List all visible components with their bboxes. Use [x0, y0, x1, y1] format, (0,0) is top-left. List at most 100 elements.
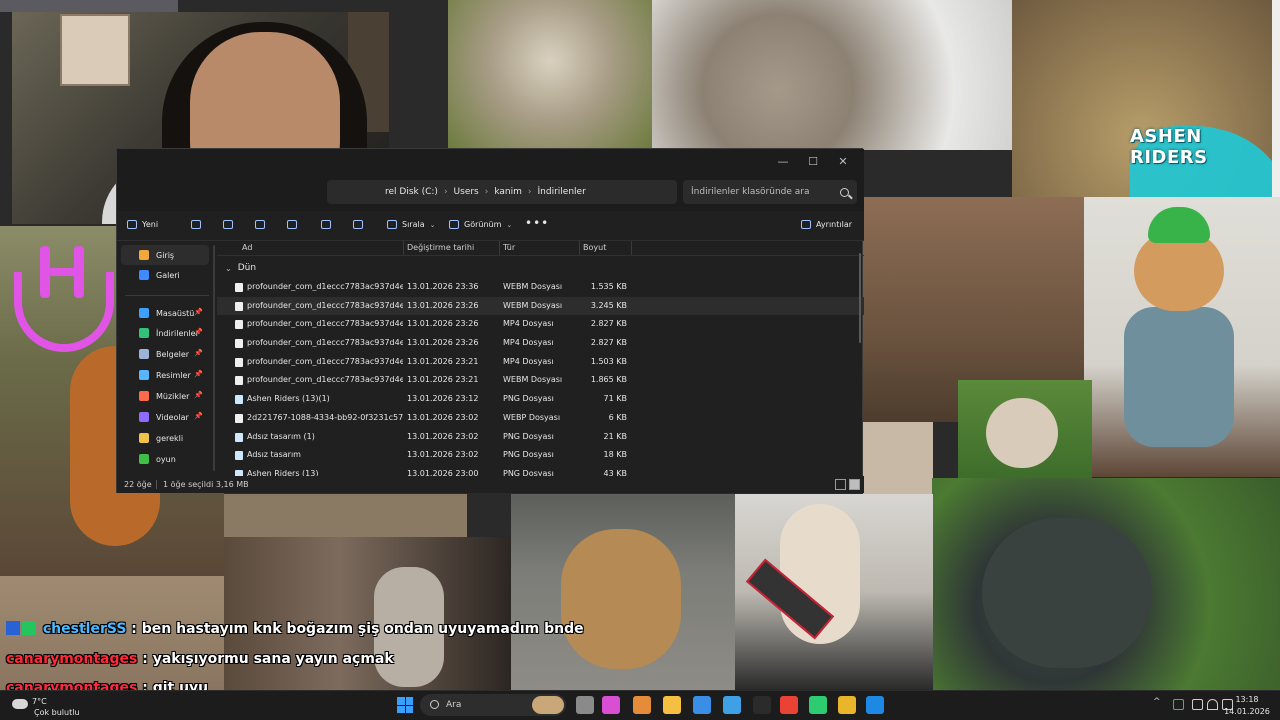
spotify-icon[interactable] — [809, 696, 827, 714]
details-pane-button[interactable]: Ayrıntılar — [801, 220, 852, 229]
epic-games-icon[interactable] — [753, 696, 771, 714]
sidebar-item[interactable]: gerekli — [121, 428, 209, 448]
breadcrumb-users[interactable]: Users — [454, 187, 479, 197]
pin-icon[interactable]: 📌 — [194, 328, 203, 336]
details-view-button[interactable] — [835, 479, 846, 490]
search-icon — [430, 700, 439, 709]
file-size: 6 KB — [608, 412, 627, 422]
column-header-size[interactable]: Boyut — [583, 243, 606, 252]
chevron-up-icon[interactable]: ^ — [1153, 697, 1164, 708]
share-button[interactable] — [321, 220, 331, 229]
pin-icon[interactable]: 📌 — [194, 370, 203, 378]
pin-icon[interactable]: 📌 — [194, 308, 203, 316]
pin-icon[interactable]: 📌 — [194, 412, 203, 420]
pin-icon[interactable]: 📌 — [194, 349, 203, 357]
column-resize-handle[interactable] — [631, 241, 632, 255]
chrome-icon[interactable] — [780, 696, 798, 714]
search-highlight-icon — [532, 696, 564, 714]
wall-poster — [60, 14, 130, 86]
breadcrumb-downloads[interactable]: İndirilenler — [538, 187, 586, 197]
search-icon[interactable] — [840, 187, 849, 197]
sidebar-item-label: Belgeler — [156, 349, 190, 359]
copy-button[interactable] — [223, 220, 233, 229]
file-row[interactable]: profounder_com_d1eccc7783ac937d4e2f... 13… — [217, 315, 864, 334]
file-icon — [235, 301, 243, 311]
new-button[interactable]: Yeni — [127, 220, 158, 229]
nav-scrollbar[interactable] — [213, 245, 215, 471]
minimize-button[interactable]: — — [768, 151, 798, 171]
file-row[interactable]: Adsız tasarım (1) 13.01.2026 23:02 PNG Dos… — [217, 428, 864, 447]
sidebar-item[interactable]: Resimler 📌 — [121, 365, 209, 385]
sidebar-item[interactable]: Galeri — [121, 265, 209, 285]
monitor-icon[interactable] — [1192, 699, 1203, 710]
column-resize-handle[interactable] — [403, 241, 404, 255]
sort-button[interactable]: Sırala ⌄ — [387, 220, 436, 229]
breadcrumb-disk[interactable]: rel Disk (C:) — [385, 187, 438, 197]
view-button[interactable]: Görünüm ⌄ — [449, 220, 512, 229]
weather-widget[interactable]: 7°C Çok bulutlu — [12, 695, 102, 719]
file-row[interactable]: Ashen Riders (13)(1) 13.01.2026 23:12 PNG … — [217, 390, 864, 409]
close-button[interactable]: ✕ — [828, 151, 858, 171]
file-size: 2.827 KB — [590, 319, 627, 329]
sidebar-item[interactable]: Videolar 📌 — [121, 407, 209, 427]
file-row[interactable]: profounder_com_d1eccc7783ac937d4e2f... 13… — [217, 371, 864, 390]
start-button[interactable] — [397, 697, 413, 713]
command-bar: Yeni Sırala ⌄ Görünüm ⌄ ••• Ayrıntılar — [117, 211, 864, 241]
sidebar-item[interactable]: Giriş — [121, 245, 209, 265]
view-label: Görünüm — [464, 220, 502, 229]
maximize-button[interactable]: ☐ — [798, 151, 828, 171]
file-row[interactable]: profounder_com_d1eccc7783ac937d4e2f... 13… — [217, 353, 864, 372]
file-name: Ashen Riders (13)(1) — [247, 394, 330, 404]
twitch-icon[interactable] — [602, 696, 620, 714]
wifi-icon[interactable] — [1207, 699, 1218, 710]
group-header[interactable]: ⌄ Dün — [225, 263, 256, 273]
search-input[interactable]: İndirilenler klasöründe ara — [683, 180, 857, 204]
obs-icon[interactable] — [633, 696, 651, 714]
file-list-scrollbar[interactable] — [859, 253, 861, 343]
steam-icon[interactable] — [866, 696, 884, 714]
sidebar-item[interactable]: oyun — [121, 449, 209, 469]
address-row: rel Disk (C:) › Users › kanim › İndirile… — [117, 173, 864, 211]
sidebar-item[interactable]: Müzikler 📌 — [121, 386, 209, 406]
paste-button[interactable] — [255, 220, 265, 229]
clock[interactable]: 13:18 14.01.2026 — [1222, 694, 1272, 718]
file-row[interactable]: profounder_com_d1eccc7783ac937d4e2f... 13… — [217, 296, 864, 316]
pin-icon[interactable]: 📌 — [194, 391, 203, 399]
scissors-icon — [191, 220, 201, 229]
microphone-icon[interactable] — [1173, 699, 1184, 710]
breadcrumb-user[interactable]: kanim — [494, 187, 522, 197]
column-header-name[interactable]: Ad — [242, 243, 252, 252]
delete-button[interactable] — [353, 220, 363, 229]
file-explorer-window[interactable]: — ☐ ✕ rel Disk (C:) › Users › kanim › İn… — [116, 148, 864, 493]
file-row[interactable]: profounder_com_d1eccc7783ac937d4e2f... 13… — [217, 278, 864, 297]
title-bar[interactable]: — ☐ ✕ — [117, 149, 864, 173]
steam-icon[interactable] — [723, 696, 741, 714]
cat-face — [1134, 231, 1224, 311]
column-header-date[interactable]: Değiştirme tarihi — [407, 243, 474, 252]
sidebar-item[interactable]: İndirilenler 📌 — [121, 323, 209, 343]
file-icon — [235, 357, 243, 367]
sidebar-item[interactable]: Masaüstü 📌 — [121, 303, 209, 323]
tiles-view-button[interactable] — [849, 479, 860, 490]
task-view-icon[interactable] — [576, 696, 594, 714]
sidebar-item-label: İndirilenler — [156, 328, 199, 338]
file-row[interactable]: profounder_com_d1eccc7783ac937d4e2f... 13… — [217, 334, 864, 353]
sidebar-item[interactable]: Belgeler 📌 — [121, 344, 209, 364]
cut-button[interactable] — [191, 220, 201, 229]
ashen-riders-logo-image: ASHEN RIDERS — [1012, 0, 1272, 197]
taskbar-search[interactable]: Ara — [420, 694, 566, 716]
rename-button[interactable] — [287, 220, 297, 229]
more-options-button[interactable]: ••• — [525, 216, 549, 230]
file-explorer-icon[interactable] — [663, 696, 681, 714]
column-header-type[interactable]: Tür — [503, 243, 515, 252]
column-resize-handle[interactable] — [579, 241, 580, 255]
address-bar[interactable]: rel Disk (C:) › Users › kanim › İndirile… — [327, 180, 677, 204]
file-row[interactable]: 2d221767-1088-4334-bb92-0f3231c5746e... 1… — [217, 409, 864, 428]
dog-with-bread-image — [511, 494, 735, 690]
view-icon — [449, 220, 459, 229]
file-date: 13.01.2026 23:26 — [407, 319, 479, 329]
store-icon[interactable] — [693, 696, 711, 714]
file-row[interactable]: Adsız tasarım 13.01.2026 23:02 PNG Dosyası… — [217, 446, 864, 465]
column-resize-handle[interactable] — [499, 241, 500, 255]
app-icon[interactable] — [838, 696, 856, 714]
